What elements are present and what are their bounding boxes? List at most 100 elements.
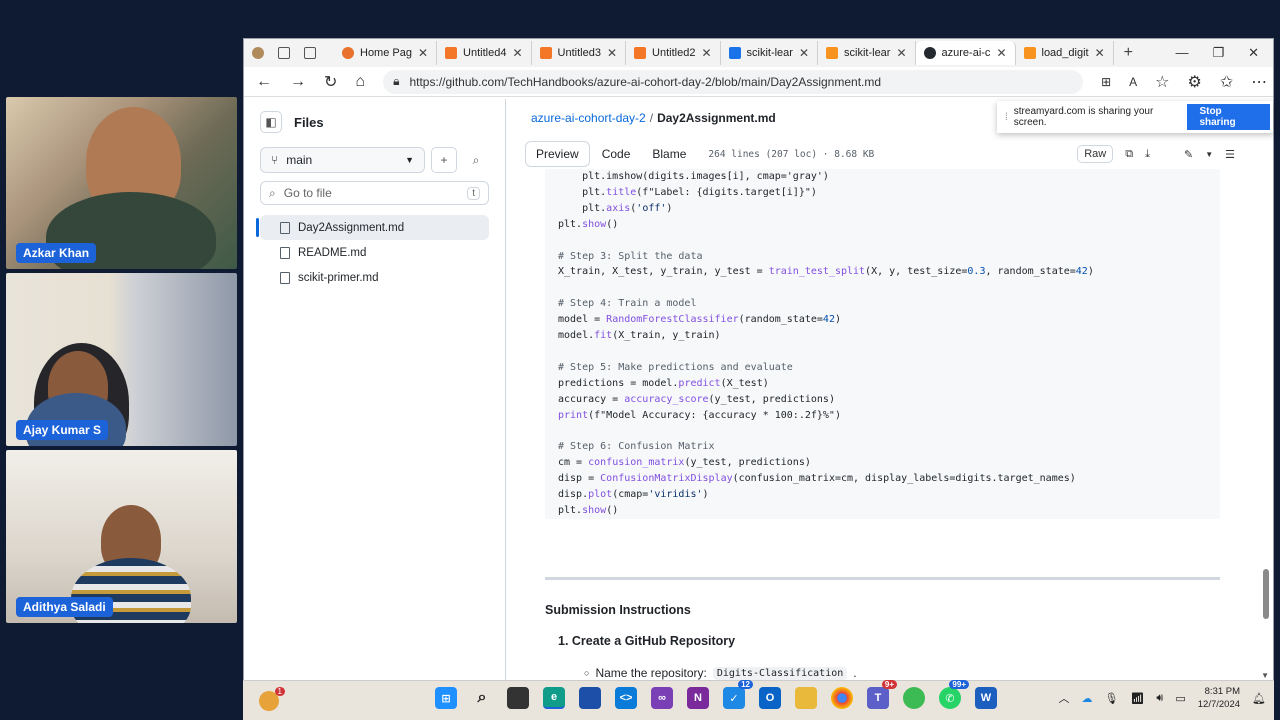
scrollbar-thumb[interactable] <box>1263 569 1269 619</box>
url-field[interactable]: 🔒︎ https://github.com/TechHandbooks/azur… <box>383 69 1084 94</box>
branch-selector[interactable]: ⑂ main ▼ <box>260 147 425 173</box>
more-icon[interactable]: ⋯ <box>1251 72 1267 92</box>
close-tab-icon[interactable]: ✕ <box>896 46 906 60</box>
clock[interactable]: 8:31 PM 12/7/2024 <box>1198 685 1240 711</box>
workspaces-icon[interactable] <box>278 47 290 59</box>
wifi-icon[interactable]: 📶︎ <box>1130 692 1144 705</box>
app-icon[interactable]: ⊞ <box>1101 75 1111 89</box>
onenote-icon[interactable]: N <box>687 687 709 709</box>
vscode-icon[interactable]: <> <box>615 687 637 709</box>
word-icon[interactable]: W <box>975 687 997 709</box>
weather-icon[interactable]: 1 <box>259 687 285 711</box>
read-aloud-icon[interactable]: A <box>1129 75 1137 89</box>
teams-icon[interactable]: T 9+ <box>867 680 897 709</box>
onedrive-icon[interactable]: ☁ <box>1081 692 1092 705</box>
stop-sharing-button[interactable]: Stop sharing <box>1187 104 1270 130</box>
tab-preview[interactable]: Preview <box>525 141 590 167</box>
search-icon[interactable]: ⌕ <box>463 147 489 173</box>
browser-tab[interactable]: Untitled2 ✕ <box>626 41 721 65</box>
tab-actions-icon[interactable] <box>304 47 316 59</box>
chevron-up-icon[interactable]: ︿ <box>1058 690 1069 706</box>
participant-name: Azkar Khan <box>16 243 97 263</box>
browser-tab[interactable]: Home Pag ✕ <box>334 41 438 65</box>
refresh-icon[interactable]: ↻ <box>324 72 337 92</box>
home-icon[interactable]: ⌂ <box>355 73 365 91</box>
store-icon[interactable] <box>579 687 601 709</box>
go-to-file-input[interactable]: ⌕ Go to file t <box>260 181 489 205</box>
favorite-star-icon[interactable]: ☆ <box>1155 72 1169 92</box>
forward-icon[interactable]: → <box>290 73 306 91</box>
go-to-file-placeholder: Go to file <box>283 186 332 200</box>
file-name: scikit-primer.md <box>298 271 379 284</box>
file-tree-item[interactable]: scikit-primer.md <box>260 265 489 290</box>
browser-tab[interactable]: Untitled3 ✕ <box>532 41 627 65</box>
bullet-icon: ○ <box>584 668 590 678</box>
close-tab-icon[interactable]: ✕ <box>607 46 617 60</box>
participant-name: Adithya Saladi <box>16 597 113 617</box>
browser-tab[interactable]: scikit-lear ✕ <box>721 41 819 65</box>
file-icon <box>280 221 290 234</box>
notifications-icon[interactable]: 🔔︎ <box>1252 692 1266 705</box>
battery-icon[interactable]: ▭ <box>1175 692 1185 705</box>
add-file-icon[interactable]: + <box>431 147 457 173</box>
volume-icon[interactable]: 🔊︎ <box>1156 692 1163 705</box>
section-heading: Submission Instructions <box>545 603 691 617</box>
back-icon[interactable]: ← <box>256 73 272 91</box>
url-text: https://github.com/TechHandbooks/azure-a… <box>409 74 882 89</box>
collapse-panel-icon[interactable]: ◧ <box>260 111 282 133</box>
close-tab-icon[interactable]: ✕ <box>512 46 522 60</box>
panel-title: Files <box>294 114 324 130</box>
chrome-icon[interactable] <box>831 687 853 709</box>
outlook-icon[interactable]: O <box>759 687 781 709</box>
raw-button[interactable]: Raw <box>1077 145 1114 163</box>
visual-studio-icon[interactable]: ∞ <box>651 687 673 709</box>
chevron-down-icon: ▼ <box>405 155 414 165</box>
outline-icon[interactable]: ☰ <box>1225 148 1235 161</box>
code-block: plt.imshow(digits.images[i], cmap='gray'… <box>545 169 1220 519</box>
profile-icon[interactable] <box>252 47 264 59</box>
azure-devops-icon[interactable]: ✓ 12 <box>723 680 753 709</box>
browser-tab[interactable]: load_digit ✕ <box>1016 41 1114 65</box>
code-line: plt.axis('off') <box>558 202 673 214</box>
windows-start-icon[interactable]: ⊞ <box>435 687 457 709</box>
minimize-icon[interactable]: — <box>1175 45 1188 61</box>
whatsapp-icon[interactable]: ✆ 99+ <box>939 680 969 709</box>
close-tab-icon[interactable]: ✕ <box>996 46 1006 60</box>
close-tab-icon[interactable]: ✕ <box>1095 46 1105 60</box>
browser-tab[interactable]: azure-ai-c ✕ <box>915 41 1016 65</box>
scikit-icon <box>826 47 839 59</box>
favorites-icon[interactable]: ✩ <box>1220 72 1233 92</box>
drag-handle-icon[interactable]: ⁞ <box>1005 112 1008 123</box>
browser-tab[interactable]: scikit-lear ✕ <box>818 41 916 65</box>
participant-video-2: Ajay Kumar S <box>6 273 237 446</box>
microphone-icon[interactable]: 🎙︎ <box>1104 692 1118 705</box>
extensions-icon[interactable]: ⚙ <box>1188 72 1202 92</box>
close-tab-icon[interactable]: ✕ <box>701 46 711 60</box>
browser-tab[interactable]: Untitled4 ✕ <box>437 41 532 65</box>
close-tab-icon[interactable]: ✕ <box>418 46 428 60</box>
file-tree-item[interactable]: README.md <box>260 240 489 265</box>
repo-link[interactable]: azure-ai-cohort-day-2 <box>531 111 646 125</box>
file-tree-item[interactable]: Day2Assignment.md <box>256 215 489 240</box>
edit-icon[interactable]: ✎ <box>1184 148 1193 161</box>
download-icon[interactable]: ⤓ <box>1145 148 1150 161</box>
edge-icon[interactable]: e <box>543 687 565 709</box>
copy-icon[interactable]: ⧉ <box>1125 148 1133 161</box>
file-explorer-icon[interactable] <box>795 687 817 709</box>
code-line: plt.title(f"Label: {digits.target[i]}") <box>558 186 817 198</box>
task-view-icon[interactable] <box>507 687 529 709</box>
bullet-end: . <box>853 666 857 680</box>
scroll-down-icon[interactable]: ▼ <box>1261 671 1269 680</box>
new-tab-icon[interactable]: + <box>1124 44 1133 62</box>
tab-blame[interactable]: Blame <box>642 142 696 166</box>
chevron-down-icon[interactable]: ▼ <box>1205 150 1213 159</box>
tab-label: Untitled4 <box>463 47 507 59</box>
close-tab-icon[interactable]: ✕ <box>799 46 809 60</box>
close-window-icon[interactable]: ✕ <box>1248 45 1259 61</box>
tab-code[interactable]: Code <box>592 142 641 166</box>
restore-icon[interactable]: ❐ <box>1212 45 1224 61</box>
scrollbar[interactable] <box>1263 169 1269 670</box>
tab-label: scikit-lear <box>844 47 891 59</box>
search-icon[interactable]: ⌕ <box>471 687 493 709</box>
app-icon[interactable] <box>903 687 925 709</box>
